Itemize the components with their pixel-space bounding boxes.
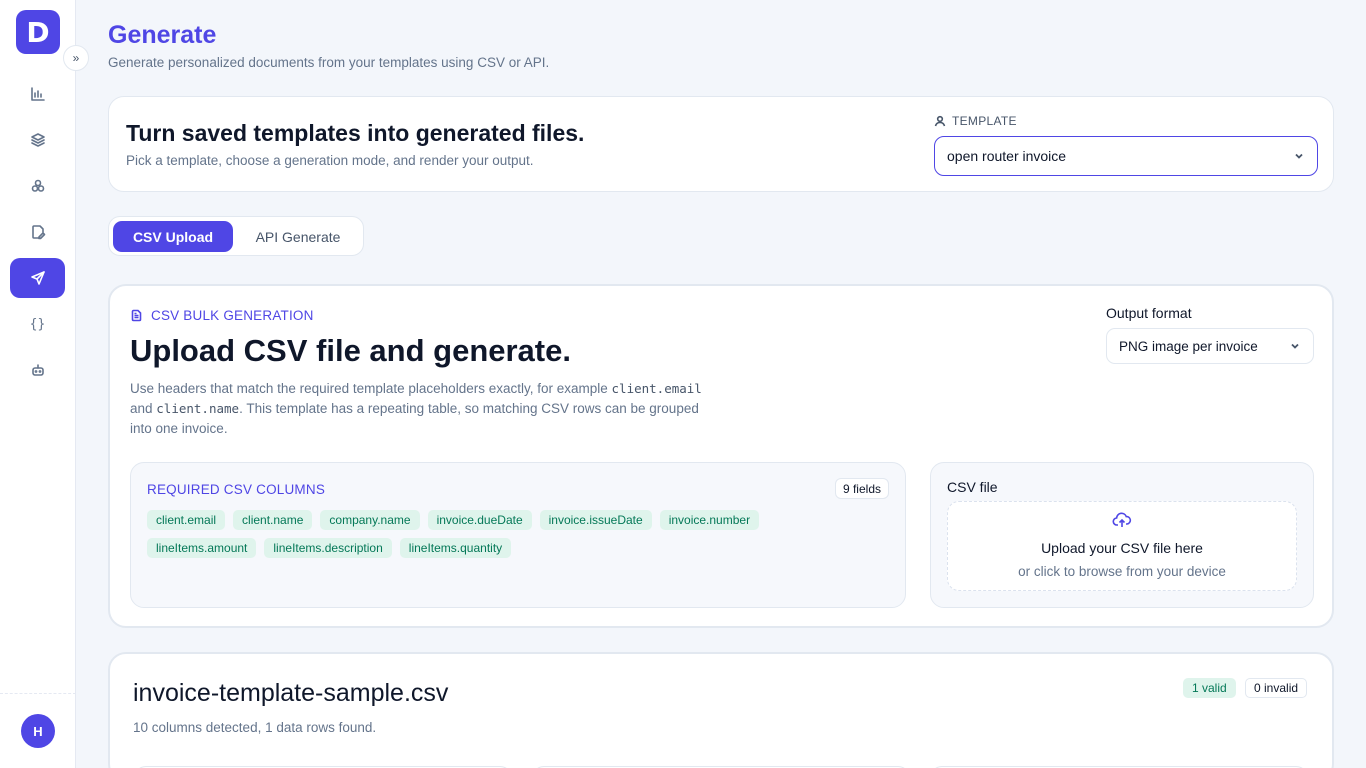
bot-icon <box>31 364 44 376</box>
csv-kicker: CSV BULK GENERATION <box>130 308 314 323</box>
send-icon <box>30 271 45 285</box>
required-columns-title: REQUIRED CSV COLUMNS <box>147 482 326 497</box>
dropzone-subtitle: or click to browse from your device <box>1018 564 1226 579</box>
avatar[interactable]: H <box>21 714 55 748</box>
template-select-value: open router invoice <box>947 148 1067 164</box>
file-edit-icon <box>31 225 45 240</box>
output-format-value: PNG image per invoice <box>1119 338 1258 354</box>
sidebar-item-analytics[interactable] <box>10 74 65 114</box>
page-subtitle: Generate personalized documents from you… <box>108 55 550 70</box>
mode-tabs: CSV Upload API Generate <box>108 216 364 256</box>
column-chip: invoice.issueDate <box>539 510 652 530</box>
required-columns-panel: REQUIRED CSV COLUMNS 9 fields client.ema… <box>130 462 906 608</box>
csv-file-panel: CSV file Upload your CSV file here or cl… <box>930 462 1314 608</box>
fields-count-badge: 9 fields <box>834 478 889 499</box>
invalid-badge: 0 invalid <box>1245 678 1308 698</box>
csv-result-card: invoice-template-sample.csv 10 columns d… <box>108 652 1334 768</box>
sidebar-item-layers[interactable] <box>10 120 65 160</box>
column-chip: company.name <box>320 510 420 530</box>
csv-generation-card: CSV BULK GENERATION Upload CSV file and … <box>108 284 1334 628</box>
layers-icon <box>30 133 45 147</box>
bar-chart-icon <box>30 87 45 101</box>
sidebar-item-generate[interactable] <box>10 258 65 298</box>
boxes-icon <box>31 179 44 192</box>
page-title: Generate <box>108 21 217 49</box>
column-chip: invoice.dueDate <box>427 510 532 530</box>
sidebar: D » {} H <box>0 0 89 768</box>
tab-api-generate[interactable]: API Generate <box>237 221 359 252</box>
template-select[interactable]: open router invoice <box>934 136 1318 176</box>
output-format-label: Output format <box>1106 305 1192 321</box>
app-logo[interactable]: D <box>16 10 60 54</box>
sidebar-item-bot[interactable] <box>10 350 65 390</box>
csv-kicker-text: CSV BULK GENERATION <box>151 308 314 323</box>
chevrons-right-icon[interactable]: » <box>63 45 89 71</box>
csv-filename: invoice-template-sample.csv <box>133 679 449 707</box>
column-chip: invoice.number <box>659 510 760 530</box>
output-format-select[interactable]: PNG image per invoice <box>1106 328 1314 364</box>
desc-part-2: and <box>130 401 157 416</box>
code-client-name: client.name <box>156 401 240 416</box>
column-chip: lineItems.description <box>264 538 392 558</box>
template-card: Turn saved templates into generated file… <box>108 96 1334 192</box>
chevron-down-icon <box>1291 343 1299 349</box>
sidebar-item-editor[interactable] <box>10 212 65 252</box>
desc-part-1: Use headers that match the required temp… <box>130 381 612 396</box>
upload-cloud-icon <box>1112 512 1132 527</box>
template-label: TEMPLATE <box>934 114 1017 128</box>
template-label-text: TEMPLATE <box>952 114 1017 128</box>
csv-summary: 10 columns detected, 1 data rows found. <box>133 720 377 735</box>
sidebar-divider <box>0 693 76 694</box>
column-chip: client.email <box>147 510 226 530</box>
column-chip: client.name <box>233 510 313 530</box>
dropzone-title: Upload your CSV file here <box>1041 540 1203 556</box>
code-client-email: client.email <box>611 381 702 396</box>
csv-dropzone[interactable]: Upload your CSV file here or click to br… <box>947 501 1297 591</box>
column-chip: lineItems.quantity <box>399 538 512 558</box>
csv-description: Use headers that match the required temp… <box>130 379 720 439</box>
chevron-down-icon <box>1295 153 1303 159</box>
sidebar-item-components[interactable] <box>10 166 65 206</box>
file-text-icon <box>131 309 142 322</box>
template-card-subheading: Pick a template, choose a generation mod… <box>126 153 534 168</box>
user-icon <box>934 115 946 127</box>
braces-icon: {} <box>29 316 46 332</box>
template-card-heading: Turn saved templates into generated file… <box>126 120 585 146</box>
csv-heading: Upload CSV file and generate. <box>130 333 571 368</box>
sidebar-item-api[interactable]: {} <box>10 304 65 344</box>
column-chip: lineItems.amount <box>147 538 257 558</box>
valid-badge: 1 valid <box>1183 678 1236 698</box>
csv-file-label: CSV file <box>947 479 998 495</box>
column-chips: client.email client.name company.name in… <box>147 510 827 558</box>
tab-csv-upload[interactable]: CSV Upload <box>113 221 233 252</box>
